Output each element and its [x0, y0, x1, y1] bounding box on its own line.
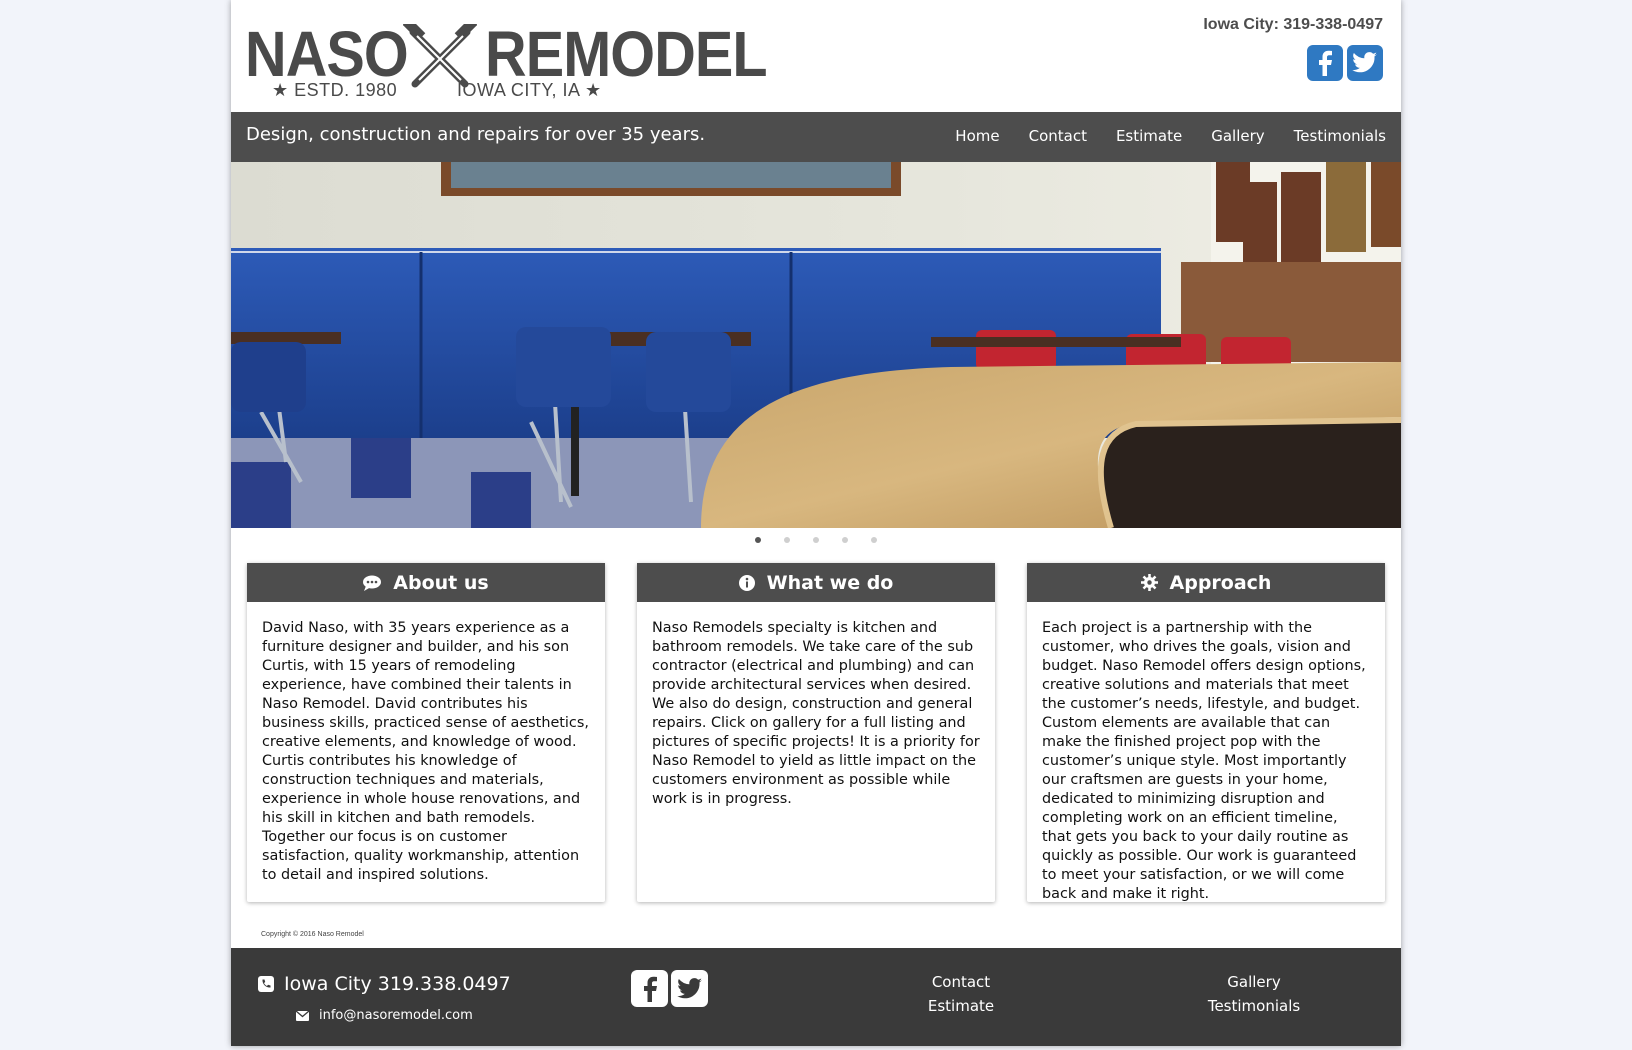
restaurant-interior-photo [231, 162, 1401, 528]
crossed-hammers-icon [403, 24, 477, 88]
logo-established: ★ ESTD. 1980 [272, 80, 398, 100]
card-header: Approach [1027, 563, 1385, 602]
tagline: Design, construction and repairs for ove… [246, 124, 706, 145]
footer-link-estimate[interactable]: Estimate [881, 994, 1041, 1018]
footer-social [631, 970, 708, 1007]
site-header: NASO REMODEL ★ ESTD. 1980 IOWA CITY, IA … [231, 0, 1401, 112]
footer-link-testimonials[interactable]: Testimonials [1174, 994, 1334, 1018]
what-we-do-card: What we do Naso Remodels specialty is ki… [637, 563, 995, 902]
footer-email-text: info@nasoremodel.com [319, 1008, 473, 1023]
twitter-icon[interactable] [1347, 45, 1383, 81]
nav-menu: Home Contact Estimate Gallery Testimonia… [955, 127, 1386, 145]
gear-icon [1140, 574, 1158, 591]
about-us-card: About us David Naso, with 35 years exper… [247, 563, 605, 902]
footer-link-gallery[interactable]: Gallery [1174, 970, 1334, 994]
info-icon [738, 574, 755, 591]
footer-link-contact[interactable]: Contact [881, 970, 1041, 994]
card-body: David Naso, with 35 years experience as … [262, 620, 589, 883]
site-footer: Iowa City 319.338.0497 info@nasoremodel.… [231, 948, 1401, 1046]
slider-dot-1[interactable] [755, 537, 761, 543]
slider-dot-5[interactable] [871, 537, 877, 543]
nav-estimate[interactable]: Estimate [1116, 127, 1182, 145]
slider-dot-2[interactable] [784, 537, 790, 543]
footer-links-col1: Contact Estimate [881, 970, 1041, 1018]
logo-word-remodel: REMODEL [485, 18, 768, 90]
footer-links-col2: Gallery Testimonials [1174, 970, 1334, 1018]
nav-gallery[interactable]: Gallery [1211, 127, 1264, 145]
footer-email[interactable]: info@nasoremodel.com [296, 1008, 473, 1023]
nav-contact[interactable]: Contact [1029, 127, 1087, 145]
facebook-icon[interactable] [1307, 45, 1343, 81]
card-body: Each project is a partnership with the c… [1042, 620, 1366, 902]
card-title: Approach [1169, 571, 1272, 594]
header-phone[interactable]: Iowa City: 319-338-0497 [1203, 16, 1383, 34]
phone-icon [258, 976, 274, 992]
card-body: Naso Remodels specialty is kitchen and b… [652, 620, 980, 807]
copyright-text: Copyright © 2016 Naso Remodel [261, 931, 364, 938]
page: NASO REMODEL ★ ESTD. 1980 IOWA CITY, IA … [231, 0, 1401, 1046]
card-title: What we do [766, 571, 894, 594]
main-navbar: Design, construction and repairs for ove… [231, 112, 1401, 162]
hero-slider-image[interactable] [231, 162, 1401, 528]
chat-bubble-icon [363, 575, 382, 591]
nav-testimonials[interactable]: Testimonials [1294, 127, 1386, 145]
slider-dot-3[interactable] [813, 537, 819, 543]
nav-home[interactable]: Home [955, 127, 999, 145]
logo-word-naso: NASO [245, 18, 409, 90]
slider-dot-4[interactable] [842, 537, 848, 543]
card-title: About us [393, 571, 489, 594]
approach-card: Approach Each project is a partnership w… [1027, 563, 1385, 902]
twitter-icon[interactable] [671, 970, 708, 1007]
naso-remodel-logo[interactable]: NASO REMODEL ★ ESTD. 1980 IOWA CITY, IA … [245, 18, 768, 102]
card-header: About us [247, 563, 605, 602]
logo-location: IOWA CITY, IA ★ [457, 80, 602, 100]
envelope-icon [296, 1010, 309, 1021]
header-social [1307, 45, 1383, 81]
footer-phone-text: Iowa City 319.338.0497 [284, 973, 511, 995]
slider-pagination [231, 537, 1401, 543]
facebook-icon[interactable] [631, 970, 668, 1007]
footer-phone[interactable]: Iowa City 319.338.0497 [258, 973, 511, 995]
card-header: What we do [637, 563, 995, 602]
